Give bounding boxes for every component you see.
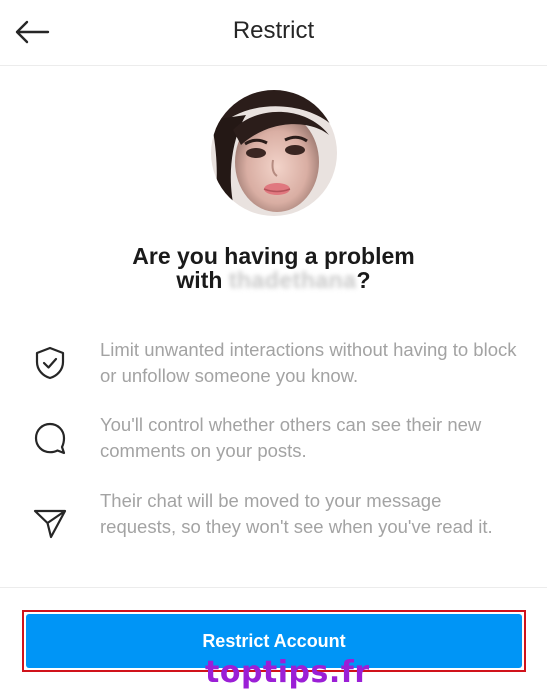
avatar: [211, 90, 337, 216]
paper-plane-icon: [30, 504, 70, 544]
shield-check-icon: [30, 343, 70, 383]
top-bar: Restrict: [0, 0, 547, 66]
headline-question-mark: ?: [356, 267, 371, 293]
info-text-limit-interactions: Limit unwanted interactions without havi…: [100, 339, 517, 386]
page-title: Restrict: [232, 17, 315, 44]
restrict-question: Are you having a problem with thadethana…: [60, 244, 487, 292]
headline-line-1: Are you having a problem: [132, 243, 415, 269]
headline-with: with: [176, 267, 223, 293]
footer-divider: [0, 587, 547, 588]
info-text-chat-moved: Their chat will be moved to your message…: [100, 490, 493, 537]
comment-bubble-icon: [30, 418, 70, 458]
blurred-username: thadethana: [228, 267, 357, 293]
headline-line-2: with thadethana?: [60, 268, 487, 292]
watermark: toptips.fr: [205, 655, 370, 690]
info-text-control-comments: You'll control whether others can see th…: [100, 414, 482, 461]
